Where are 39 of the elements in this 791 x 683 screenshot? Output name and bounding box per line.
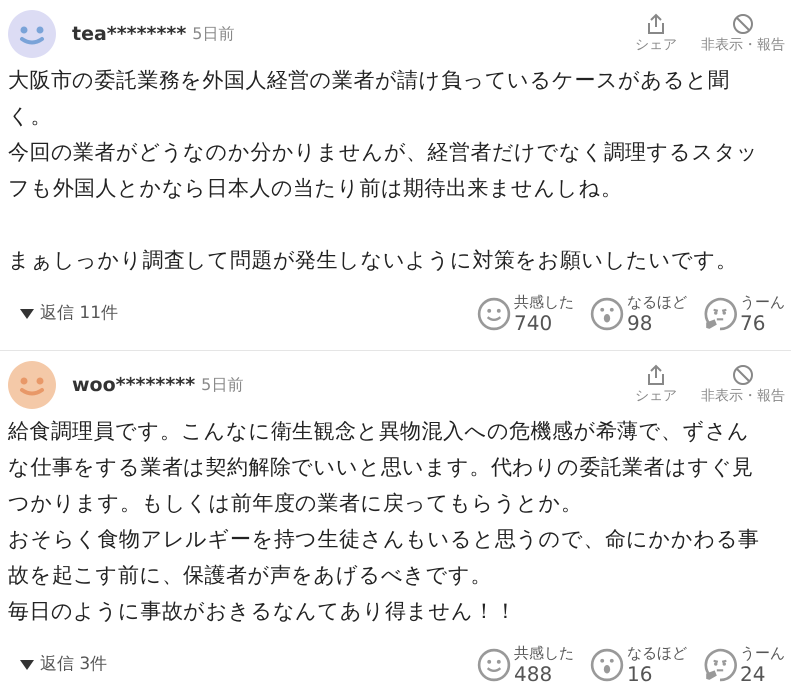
comment-text: 給食調理員です。こんなに衛生観念と異物混入への危機感が希薄で、ずさん	[8, 418, 751, 445]
comment-text: 故を起こす前に、保護者が声をあげるべきです。	[8, 562, 493, 589]
replies-toggle[interactable]: 返信 3件	[20, 652, 108, 678]
user-name[interactable]: tea********	[72, 20, 186, 48]
surprised-face-icon	[590, 297, 624, 331]
reaction-button[interactable]: うーん 24	[703, 644, 785, 683]
hide-report-button[interactable]: 非表示・報告	[701, 12, 785, 56]
share-button[interactable]: シェア	[635, 12, 677, 56]
replies-toggle[interactable]: 返信 11件	[20, 301, 118, 327]
reaction-button[interactable]: なるほど 16	[590, 644, 687, 683]
comment-text: 大阪市の委託業務を外国人経営の業者が請け負っているケースがあると聞	[8, 67, 730, 94]
comment-text: 毎日のように事故がおきるなんてあり得ません！！	[8, 598, 518, 625]
comment-text: つかります。もしくは前年度の業者に戻ってもらうとか。	[8, 490, 584, 517]
reaction-button[interactable]: なるほど 98	[590, 293, 687, 335]
reaction-button[interactable]: 共感した 488	[477, 644, 574, 683]
reaction-button[interactable]: 共感した 740	[477, 293, 574, 335]
caret-icon	[20, 660, 34, 670]
prohibited-icon	[732, 12, 754, 34]
comment-text: な仕事をする業者は契約解除でいいと思います。代わりの委託業者はすぐ見	[8, 454, 755, 481]
post-time: 5日前	[192, 23, 234, 45]
smile-icon	[477, 648, 511, 682]
hide-report-button[interactable]: 非表示・報告	[701, 364, 785, 406]
thinking-face-icon	[703, 648, 737, 682]
comment-text: フも外国人とかなら日本人の当たり前は期待出来ませんしね。	[8, 175, 624, 202]
share-button[interactable]: シェア	[635, 364, 677, 406]
share-icon	[647, 12, 665, 34]
smile-icon	[477, 297, 511, 331]
comment-text: 今回の業者がどうなのか分かりませんが、経営者だけでなく調理するスタッ	[8, 139, 760, 166]
caret-icon	[20, 309, 34, 319]
share-icon	[647, 364, 665, 386]
comment-text: まぁしっかり調査して問題が発生しないように対策をお願いしたいです。	[8, 247, 738, 274]
comment-text: おそらく食物アレルギーを持つ生徒さんもいると思うので、命にかかわる事	[8, 526, 761, 553]
post-time: 5日前	[201, 374, 244, 396]
thinking-face-icon	[703, 297, 737, 331]
user-name[interactable]: woo********	[72, 370, 196, 400]
prohibited-icon	[732, 364, 754, 386]
reaction-button[interactable]: うーん 76	[703, 293, 785, 335]
comment-text: く。	[8, 103, 53, 130]
surprised-face-icon	[590, 648, 624, 682]
